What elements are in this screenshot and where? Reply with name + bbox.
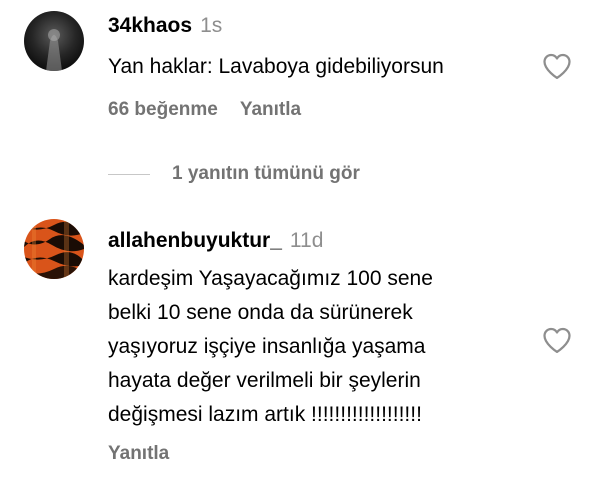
comment-text-line: belki 10 sene onda da sürünerek [108, 301, 413, 324]
username[interactable]: allahenbuyuktur_ [108, 229, 282, 252]
like-heart-icon[interactable] [542, 52, 572, 80]
view-replies-label: 1 yanıtın tümünü gör [172, 163, 360, 184]
comment-text-line: değişmesi lazım artık !!!!!!!!!!!!!!!!!!… [108, 403, 422, 426]
avatar-image [24, 219, 84, 279]
likes-count[interactable]: 66 beğenme [108, 99, 218, 120]
reply-button[interactable]: Yanıtla [240, 99, 301, 120]
avatar-34khaos[interactable] [24, 11, 84, 71]
comment-text-line: Yan haklar: Lavaboya gidebiliyorsun [108, 55, 444, 78]
comment-actions: 66 beğenme Yanıtla [108, 99, 301, 121]
comment-meta: allahenbuyuktur_ 11d [108, 227, 538, 255]
avatar-image [24, 11, 84, 71]
timestamp: 1s [200, 14, 223, 37]
comment-text: Yan haklar: Lavaboya gidebiliyorsun [108, 50, 538, 84]
comment-meta: 34khaos 1s [108, 12, 538, 40]
reply-button[interactable]: Yanıtla [108, 443, 169, 464]
like-heart-icon[interactable] [542, 326, 572, 354]
username[interactable]: 34khaos [108, 14, 192, 37]
comment-text-line: kardeşim Yaşayacağımız 100 sene [108, 267, 433, 290]
comment-text: kardeşim Yaşayacağımız 100 sene belki 10… [108, 262, 538, 432]
comment-actions: Yanıtla [108, 443, 169, 465]
avatar-allahenbuyuktur[interactable] [24, 219, 84, 279]
comment-1: 34khaos 1s Yan haklar: Lavaboya gidebiliy… [0, 0, 598, 140]
timestamp: 11d [289, 229, 324, 252]
view-replies-button[interactable]: 1 yanıtın tümünü gör [108, 160, 360, 188]
comment-text-line: hayata değer verilmeli bir şeylerin [108, 369, 421, 392]
replies-divider [108, 173, 150, 175]
comment-2: allahenbuyuktur_ 11d kardeşim Yaşayacağım… [0, 215, 598, 487]
comment-text-line: yaşıyoruz işçiye insanlığa yaşama [108, 335, 426, 358]
